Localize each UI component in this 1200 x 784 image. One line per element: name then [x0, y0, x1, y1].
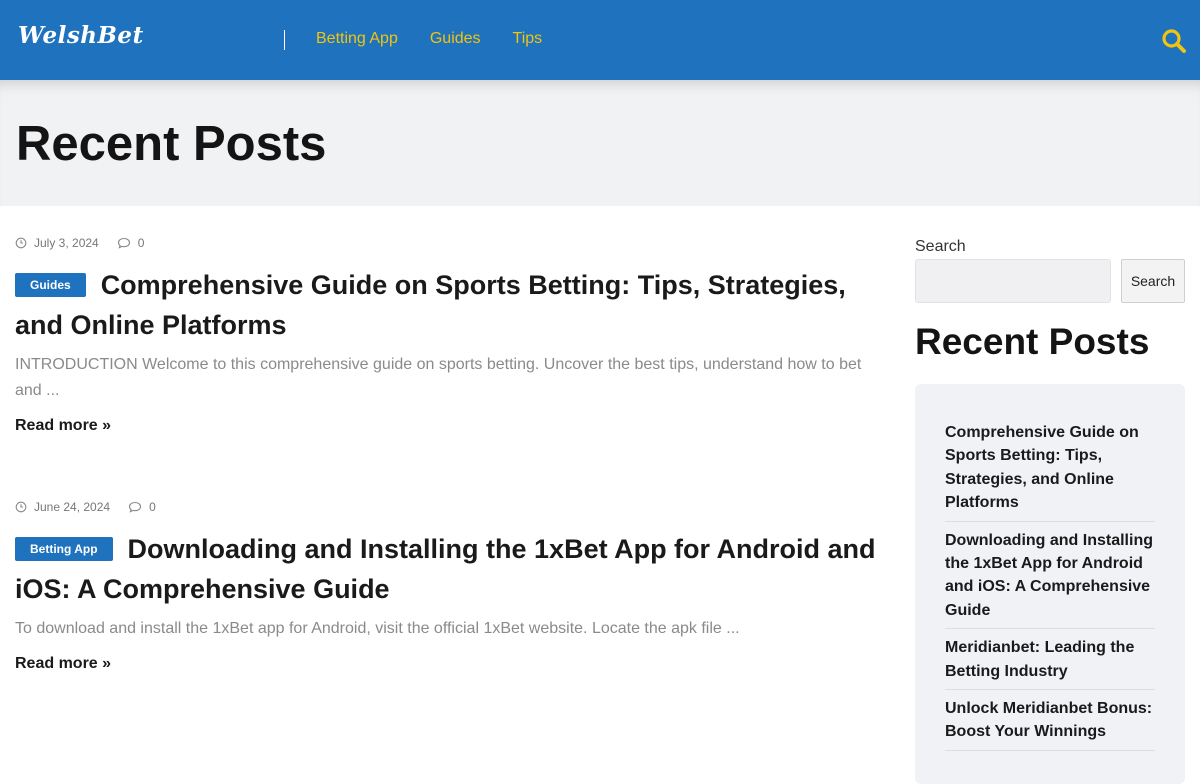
post-date: July 3, 2024: [34, 236, 99, 250]
post-title-line: Betting App Downloading and Installing th…: [15, 529, 890, 609]
post-title[interactable]: Comprehensive Guide on Sports Betting: T…: [15, 270, 846, 340]
comment-icon: [117, 237, 130, 249]
post-item: June 24, 2024 0 Betting App Downloading a…: [15, 500, 890, 673]
recent-post-link[interactable]: Comprehensive Guide on Sports Betting: T…: [945, 421, 1155, 522]
nav-divider: [284, 30, 285, 50]
category-badge[interactable]: Guides: [15, 273, 86, 297]
recent-post-link[interactable]: Downloading and Installing the 1xBet App…: [945, 529, 1155, 630]
page-title: Recent Posts: [16, 117, 327, 171]
nav-item-tips[interactable]: Tips: [513, 29, 543, 49]
comment-icon: [129, 501, 142, 513]
comment-count[interactable]: 0: [138, 236, 145, 250]
site-header: WelshBet Betting App Guides Tips: [0, 0, 1200, 80]
recent-posts-heading: Recent Posts: [915, 321, 1150, 362]
search-input[interactable]: [915, 259, 1111, 303]
search-form: Search: [915, 259, 1185, 303]
post-title[interactable]: Downloading and Installing the 1xBet App…: [15, 534, 876, 604]
clock-icon: [15, 501, 27, 513]
sidebar: Search Search Recent Posts Comprehensive…: [915, 236, 1185, 784]
post-excerpt: To download and install the 1xBet app fo…: [15, 620, 740, 637]
main-nav: Betting App Guides Tips: [316, 29, 542, 49]
category-badge[interactable]: Betting App: [15, 537, 113, 561]
recent-posts-list: Comprehensive Guide on Sports Betting: T…: [915, 384, 1185, 784]
post-date: June 24, 2024: [34, 500, 111, 514]
search-label: Search: [915, 238, 966, 255]
clock-icon: [15, 237, 27, 249]
post-meta: July 3, 2024 0: [15, 236, 890, 250]
comment-count[interactable]: 0: [149, 500, 156, 514]
post-meta: June 24, 2024 0: [15, 500, 890, 514]
post-title-line: Guides Comprehensive Guide on Sports Bett…: [15, 265, 890, 345]
post-excerpt: INTRODUCTION Welcome to this comprehensi…: [15, 356, 862, 399]
search-icon: [1162, 29, 1186, 53]
nav-item-guides[interactable]: Guides: [430, 29, 481, 49]
site-logo[interactable]: WelshBet: [18, 22, 144, 49]
nav-item-betting-app[interactable]: Betting App: [316, 29, 398, 49]
recent-post-link[interactable]: Unlock Meridianbet Bonus: Boost Your Win…: [945, 697, 1155, 751]
header-search-button[interactable]: [1160, 27, 1188, 55]
read-more-link[interactable]: Read more »: [15, 417, 111, 435]
search-button[interactable]: Search: [1121, 259, 1185, 303]
read-more-link[interactable]: Read more »: [15, 655, 111, 673]
page-hero: Recent Posts: [0, 80, 1200, 206]
post-item: July 3, 2024 0 Guides Comprehensive Guide…: [15, 236, 890, 435]
recent-post-link[interactable]: Meridianbet: Leading the Betting Industr…: [945, 636, 1155, 691]
